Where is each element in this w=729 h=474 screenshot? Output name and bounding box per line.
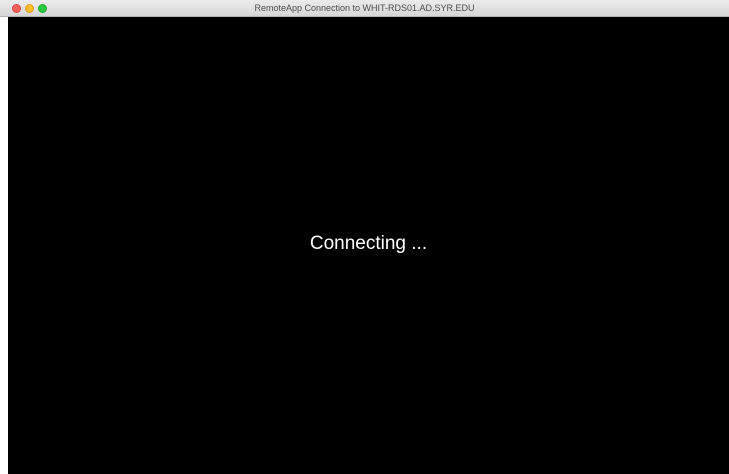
window-titlebar[interactable]: RemoteApp Connection to WHIT-RDS01.AD.SY…: [0, 0, 729, 17]
remoteapp-window: RemoteApp Connection to WHIT-RDS01.AD.SY…: [0, 0, 729, 474]
window-title: RemoteApp Connection to WHIT-RDS01.AD.SY…: [254, 3, 475, 13]
connection-status: Connecting ...: [309, 233, 428, 254]
remote-session-view[interactable]: Connecting ...: [8, 17, 729, 474]
